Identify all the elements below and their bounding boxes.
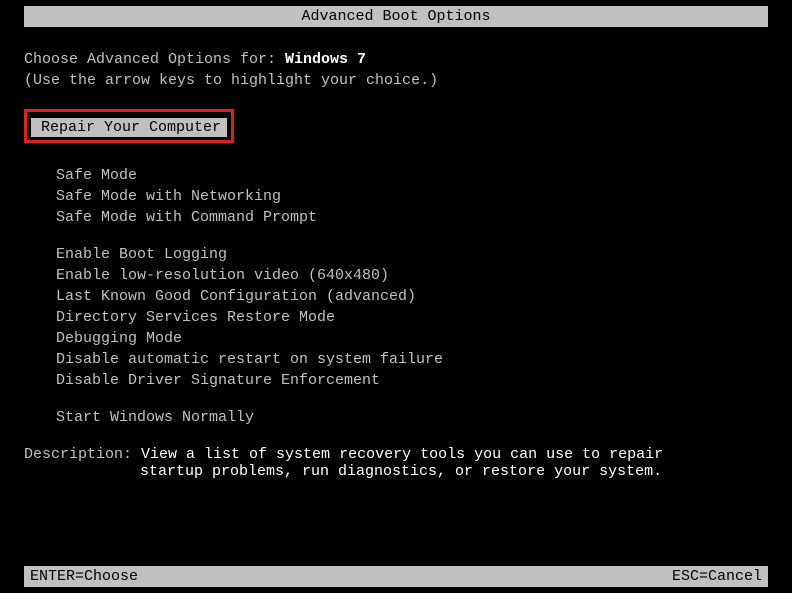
description-label: Description:	[24, 446, 141, 463]
menu-item-last-known-good[interactable]: Last Known Good Configuration (advanced)	[56, 288, 768, 305]
footer-bar: ENTER=Choose ESC=Cancel	[24, 566, 768, 587]
menu-group-safe-mode: Safe Mode Safe Mode with Networking Safe…	[56, 167, 768, 226]
menu-item-safe-mode[interactable]: Safe Mode	[56, 167, 768, 184]
menu-group-advanced: Enable Boot Logging Enable low-resolutio…	[56, 246, 768, 389]
menu-item-start-normally[interactable]: Start Windows Normally	[56, 409, 768, 426]
menu-item-safe-mode-networking[interactable]: Safe Mode with Networking	[56, 188, 768, 205]
content-area: Choose Advanced Options for: Windows 7 (…	[0, 27, 792, 480]
footer-enter-hint: ENTER=Choose	[30, 568, 138, 585]
prompt-line: Choose Advanced Options for: Windows 7	[24, 51, 768, 68]
menu-item-disable-driver-sig[interactable]: Disable Driver Signature Enforcement	[56, 372, 768, 389]
menu-item-low-res-video[interactable]: Enable low-resolution video (640x480)	[56, 267, 768, 284]
title-bar: Advanced Boot Options	[24, 6, 768, 27]
menu-group-normal: Start Windows Normally	[56, 409, 768, 426]
highlight-box: Repair Your Computer	[24, 109, 234, 143]
footer-esc-hint: ESC=Cancel	[672, 568, 762, 585]
menu-item-debugging-mode[interactable]: Debugging Mode	[56, 330, 768, 347]
description-text-line1: View a list of system recovery tools you…	[141, 446, 663, 463]
description-block: Description: View a list of system recov…	[24, 446, 768, 480]
menu-item-safe-mode-command-prompt[interactable]: Safe Mode with Command Prompt	[56, 209, 768, 226]
menu-item-boot-logging[interactable]: Enable Boot Logging	[56, 246, 768, 263]
page-title: Advanced Boot Options	[301, 8, 490, 25]
description-text-line2: startup problems, run diagnostics, or re…	[140, 463, 768, 480]
menu-item-directory-services[interactable]: Directory Services Restore Mode	[56, 309, 768, 326]
os-name: Windows 7	[285, 51, 366, 68]
menu-item-disable-auto-restart[interactable]: Disable automatic restart on system fail…	[56, 351, 768, 368]
menu-item-repair-your-computer[interactable]: Repair Your Computer	[31, 118, 227, 137]
prompt-prefix: Choose Advanced Options for:	[24, 51, 285, 68]
hint-line: (Use the arrow keys to highlight your ch…	[24, 72, 768, 89]
